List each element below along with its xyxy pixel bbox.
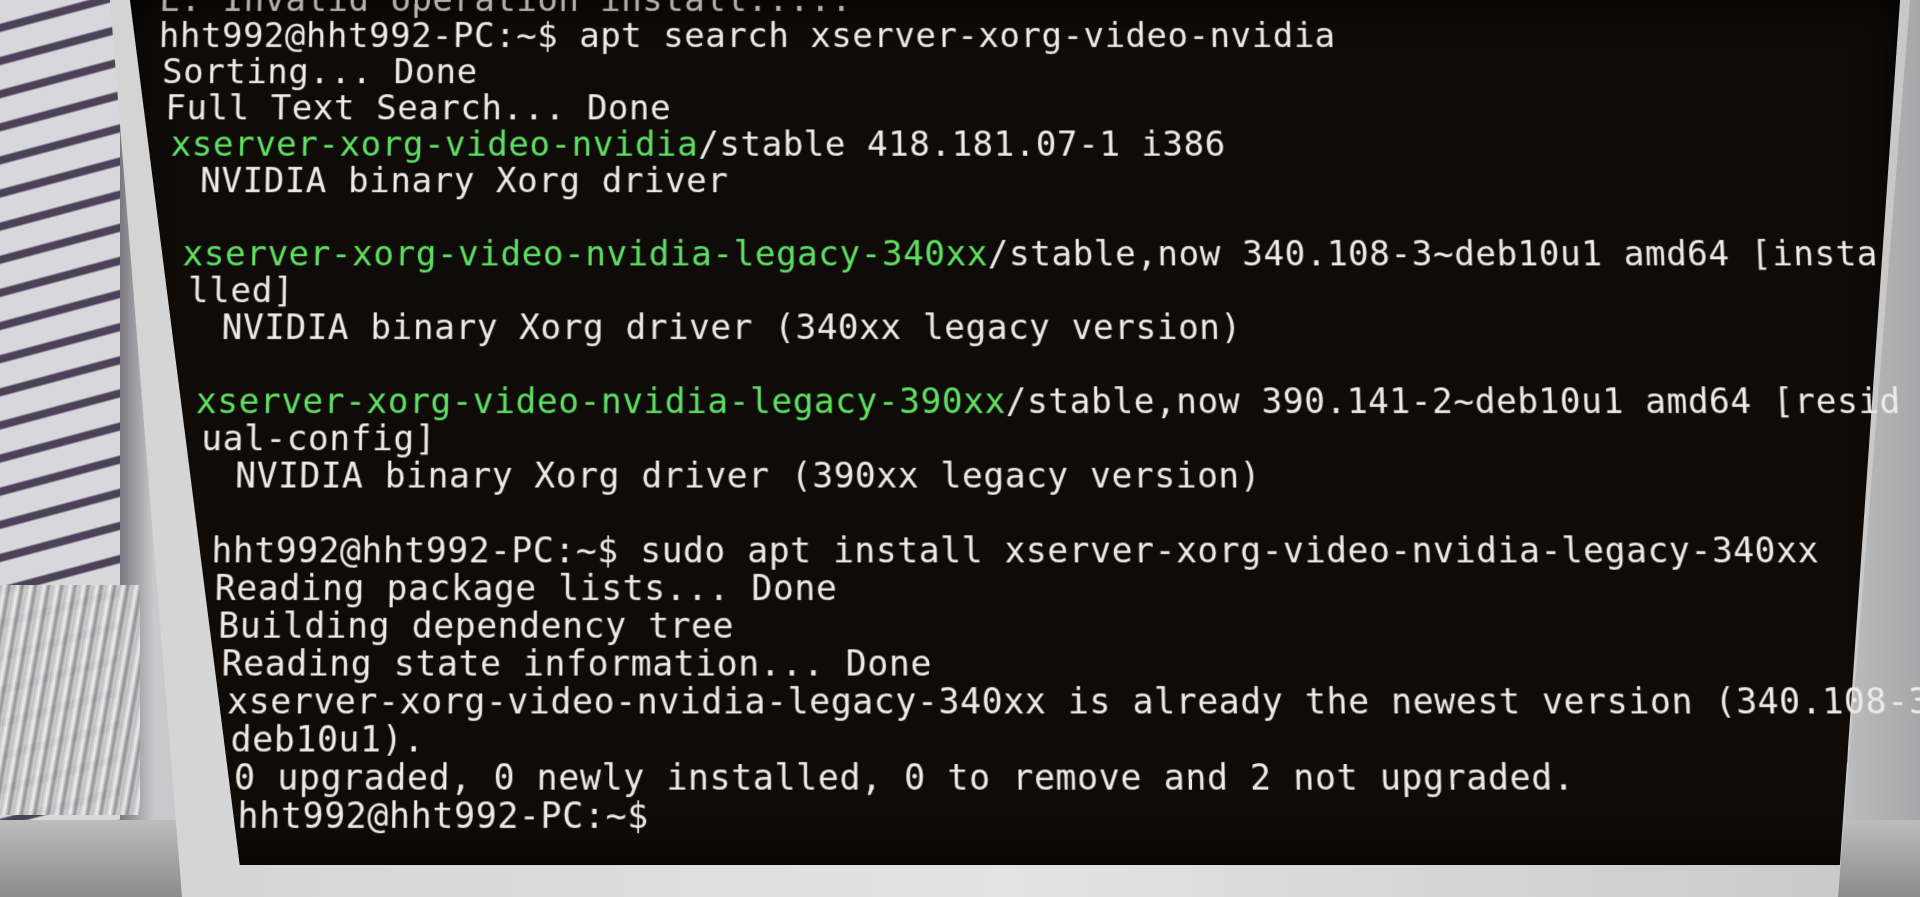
- terminal-output-line: Building dependency tree: [217, 605, 735, 648]
- terminal-output-line: deb10u1).: [230, 718, 426, 762]
- terminal-output-line: xserver-xorg-video-nvidia-legacy-340xx i…: [226, 680, 1920, 723]
- shell-prompt: hht992@hht992-PC:~$: [211, 530, 619, 572]
- terminal-output-line: Full Text Search... Done: [164, 88, 672, 129]
- terminal-prompt-line: hht992@hht992-PC:~$: [142, 794, 1898, 838]
- package-version-info: /stable 418.181.07-1 i386: [698, 124, 1227, 165]
- package-version-info: /stable,now 340.108-3~deb10u1 amd64 [ins…: [987, 233, 1879, 275]
- terminal-output-line: Sorting... Done: [161, 52, 478, 93]
- background-fringe: [0, 585, 140, 815]
- terminal-output-line: Reading state information... Done: [221, 642, 933, 686]
- terminal-output-line: 0 upgraded, 0 newly installed, 0 to remo…: [233, 756, 1576, 800]
- package-version-info: /stable,now 390.141-2~deb10u1 amd64 [res…: [1005, 381, 1902, 423]
- package-result-line: xserver-xorg-video-nvidia/stable 418.181…: [156, 124, 1868, 165]
- package-name: xserver-xorg-video-nvidia: [170, 124, 699, 165]
- terminal-prompt-line: hht992@hht992-PC:~$ sudo apt install xse…: [148, 530, 1887, 572]
- package-description: NVIDIA binary Xorg driver (390xx legacy …: [234, 455, 1262, 497]
- terminal-output-line: lled]: [187, 270, 295, 312]
- shell-prompt: hht992@hht992-PC:~$: [158, 15, 559, 57]
- shell-prompt: hht992@hht992-PC:~$: [237, 794, 649, 838]
- package-name: xserver-xorg-video-nvidia-legacy-340xx: [182, 233, 989, 275]
- terminal-output-line: Reading package lists... Done: [214, 567, 838, 610]
- package-result-line: xserver-xorg-video-nvidia-legacy-340xx/s…: [154, 233, 1879, 275]
- shell-command: apt search xserver-xorg-video-nvidia: [558, 15, 1337, 57]
- terminal-output-line: ual-config]: [200, 418, 437, 460]
- package-name: xserver-xorg-video-nvidia-legacy-390xx: [195, 381, 1006, 423]
- package-result-line: xserver-xorg-video-nvidia-legacy-390xx/s…: [151, 381, 1902, 423]
- terminal-prompt-line: hht992@hht992-PC:~$ apt search xserver-x…: [158, 15, 1863, 57]
- photo-scene: E: Invalid operation install.....hht992@…: [0, 0, 1920, 897]
- package-description: NVIDIA binary Xorg driver (340xx legacy …: [221, 307, 1243, 349]
- terminal-output[interactable]: E: Invalid operation install.....hht992@…: [142, 0, 1920, 838]
- terminal-output-line: E: Invalid operation install.....: [159, 0, 1861, 20]
- shell-command: sudo apt install xserver-xorg-video-nvid…: [618, 530, 1820, 572]
- package-description: NVIDIA binary Xorg driver: [199, 160, 729, 202]
